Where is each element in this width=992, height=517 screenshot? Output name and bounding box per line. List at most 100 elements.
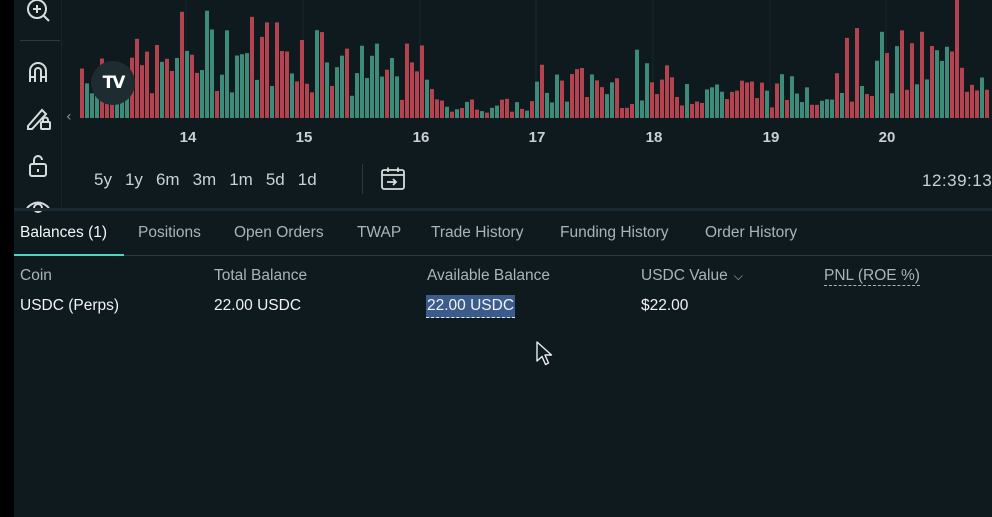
cell-usdc-value: $22.00 bbox=[641, 297, 689, 314]
volume-bar bbox=[890, 93, 894, 118]
volume-bar bbox=[865, 94, 869, 118]
volume-bar bbox=[970, 84, 974, 118]
header-pnl[interactable]: PNL (ROE %) bbox=[824, 267, 920, 286]
volume-bar bbox=[90, 93, 94, 118]
range-5y-button[interactable]: 5y bbox=[92, 170, 119, 190]
volume-bar bbox=[335, 67, 339, 118]
volume-bar bbox=[800, 102, 804, 118]
volume-bar bbox=[385, 69, 389, 118]
collapse-toolbar-icon[interactable]: ‹ bbox=[66, 109, 72, 125]
volume-bar bbox=[790, 76, 794, 118]
pencil-lock-icon[interactable] bbox=[22, 102, 54, 134]
panel-divider[interactable] bbox=[14, 208, 992, 211]
volume-bar bbox=[470, 99, 474, 118]
volume-bar bbox=[750, 81, 754, 118]
x-tick-label: 20 bbox=[878, 129, 896, 146]
volume-bar bbox=[260, 36, 264, 118]
volume-bar bbox=[625, 107, 629, 118]
volume-bar bbox=[560, 80, 564, 118]
toolbar-divider bbox=[20, 40, 60, 41]
x-tick-label: 14 bbox=[179, 129, 197, 146]
volume-bar bbox=[910, 43, 914, 118]
volume-bar bbox=[690, 103, 694, 118]
volume-bar bbox=[805, 87, 809, 118]
volume-bar bbox=[915, 84, 919, 118]
unlock-icon[interactable] bbox=[22, 149, 54, 181]
volume-bar bbox=[515, 102, 519, 118]
volume-bar bbox=[895, 46, 899, 119]
volume-bar bbox=[190, 54, 194, 118]
volume-bar bbox=[155, 44, 159, 118]
volume-bar bbox=[270, 86, 274, 118]
volume-bar bbox=[715, 84, 719, 118]
volume-bar bbox=[845, 37, 849, 118]
range-5d-button[interactable]: 5d bbox=[264, 170, 292, 190]
header-usdc-value-sort[interactable]: USDC Value ⌵ bbox=[641, 267, 743, 285]
volume-bar bbox=[80, 68, 84, 118]
volume-bar bbox=[720, 91, 724, 118]
calendar-goto-icon[interactable] bbox=[380, 166, 406, 192]
range-6m-button[interactable]: 6m bbox=[154, 170, 187, 190]
volume-bar bbox=[250, 16, 254, 118]
volume-bar bbox=[150, 93, 154, 118]
trading-app: ‹ TV 14 15 16 17 18 19 20 5y 1y 6m 3m 1m… bbox=[14, 0, 992, 517]
volume-bar bbox=[660, 79, 664, 118]
volume-bar bbox=[355, 73, 359, 118]
range-1y-button[interactable]: 1y bbox=[123, 170, 150, 190]
volume-bar bbox=[320, 32, 324, 118]
volume-bar bbox=[650, 82, 654, 118]
tab-positions[interactable]: Positions bbox=[138, 224, 201, 242]
volume-bar bbox=[635, 49, 639, 119]
volume-bar bbox=[725, 99, 729, 118]
volume-bar bbox=[310, 92, 314, 118]
cell-total-balance: 22.00 USDC bbox=[214, 297, 302, 314]
range-1d-button[interactable]: 1d bbox=[296, 170, 324, 190]
tab-balances[interactable]: Balances (1) bbox=[20, 224, 107, 242]
volume-bar bbox=[435, 99, 439, 118]
volume-bar bbox=[960, 67, 964, 118]
account-tabs: Balances (1) Positions Open Orders TWAP … bbox=[14, 214, 992, 256]
x-tick-label: 17 bbox=[528, 129, 546, 146]
x-tick-label: 18 bbox=[645, 129, 663, 146]
volume-bar bbox=[900, 30, 904, 118]
volume-bar bbox=[620, 107, 624, 118]
volume-bar bbox=[445, 106, 449, 118]
volume-bar bbox=[765, 90, 769, 118]
volume-bar bbox=[410, 62, 414, 118]
volume-bar bbox=[215, 90, 219, 118]
range-1m-button[interactable]: 1m bbox=[227, 170, 260, 190]
tab-open-orders[interactable]: Open Orders bbox=[234, 224, 324, 242]
price-chart[interactable]: ‹ TV 14 15 16 17 18 19 20 5y 1y 6m 3m 1m… bbox=[14, 0, 992, 213]
zoom-in-icon[interactable] bbox=[22, 0, 54, 26]
volume-bar bbox=[955, 0, 959, 118]
volume-bar bbox=[980, 77, 984, 118]
volume-bar bbox=[545, 92, 549, 118]
volume-bar bbox=[925, 79, 929, 118]
volume-bar bbox=[710, 87, 714, 118]
volume-bar bbox=[380, 76, 384, 118]
magnet-icon[interactable] bbox=[22, 56, 54, 88]
volume-bar bbox=[520, 108, 524, 118]
volume-bar bbox=[395, 76, 399, 118]
volume-bar bbox=[330, 85, 334, 118]
mouse-cursor-icon bbox=[536, 341, 553, 366]
volume-bar bbox=[975, 90, 979, 118]
tab-twap[interactable]: TWAP bbox=[357, 224, 401, 242]
volume-bar bbox=[695, 101, 699, 118]
volume-bar bbox=[630, 104, 634, 118]
volume-bar bbox=[600, 87, 604, 118]
volume-bar bbox=[525, 110, 529, 118]
volume-bar bbox=[465, 101, 469, 118]
tab-funding-history[interactable]: Funding History bbox=[560, 224, 669, 242]
volume-bar bbox=[425, 79, 429, 118]
volume-bar bbox=[645, 63, 649, 118]
volume-bar bbox=[165, 58, 169, 118]
tradingview-logo[interactable]: TV bbox=[91, 61, 135, 105]
volume-bar bbox=[475, 109, 479, 118]
tab-trade-history[interactable]: Trade History bbox=[431, 224, 523, 242]
tab-order-history[interactable]: Order History bbox=[705, 224, 797, 242]
volume-bar bbox=[350, 95, 354, 118]
volume-bar bbox=[950, 51, 954, 119]
cell-available-balance[interactable]: 22.00 USDC bbox=[426, 295, 516, 318]
range-3m-button[interactable]: 3m bbox=[191, 170, 224, 190]
